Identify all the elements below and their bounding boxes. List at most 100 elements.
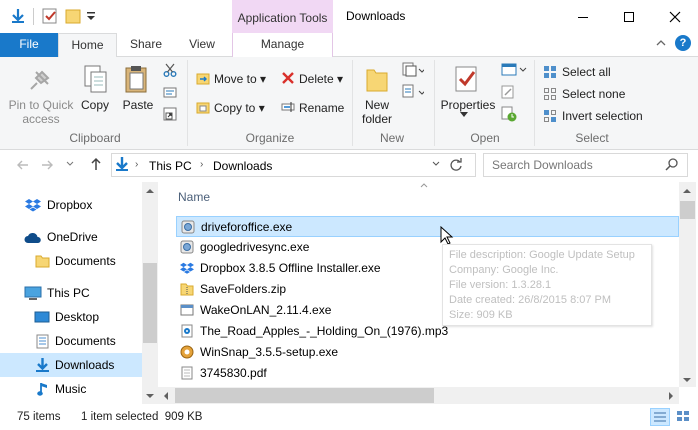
file-row-winsnap[interactable]: WinSnap_3.5.5-setup.exe (176, 342, 679, 363)
window-title: Downloads (346, 9, 406, 23)
forward-arrow-icon[interactable] (40, 158, 54, 172)
delete-label: Delete (299, 72, 334, 86)
dropbox-icon (180, 261, 194, 275)
nav-label: OneDrive (47, 230, 98, 244)
delete-button[interactable]: Delete ▾ (299, 72, 343, 86)
refresh-icon[interactable] (449, 158, 463, 172)
open-icon[interactable] (501, 63, 527, 77)
breadcrumb-separator-icon: › (200, 159, 204, 170)
back-arrow-icon[interactable] (16, 158, 30, 172)
select-none-button[interactable]: Select none (562, 87, 625, 101)
paste-icon (124, 64, 150, 94)
cut-icon[interactable] (163, 63, 177, 77)
breadcrumb-downloads[interactable]: Downloads (213, 159, 272, 173)
minimize-button[interactable] (560, 0, 606, 33)
group-divider (534, 60, 535, 146)
pin-to-quick-access-button[interactable]: Pin to Quick access (6, 98, 76, 126)
edit-icon[interactable] (501, 85, 515, 99)
ribbon-collapse-icon[interactable] (656, 38, 666, 48)
tab-view[interactable]: View (181, 33, 223, 57)
search-input[interactable]: Search Downloads (483, 153, 688, 177)
new-folder-qa-icon[interactable] (64, 7, 82, 25)
properties-button[interactable]: Properties (440, 98, 496, 112)
copy-icon (83, 64, 109, 94)
properties-dropdown-icon[interactable] (460, 112, 468, 118)
nav-pane-scroll-thumb[interactable] (143, 263, 157, 343)
nav-label: Music (55, 382, 87, 396)
rename-icon (281, 100, 295, 114)
paste-shortcut-icon[interactable] (163, 107, 177, 121)
details-view-button[interactable] (650, 408, 670, 426)
close-button[interactable] (652, 0, 698, 33)
file-row-driveforoffice[interactable]: driveforoffice.exe (176, 216, 679, 237)
horizontal-scroll-thumb[interactable] (175, 388, 434, 403)
scroll-left-arrow-icon[interactable] (163, 392, 169, 400)
qa-customize-icon[interactable] (86, 10, 96, 22)
new-folder-label-line1: New (364, 98, 389, 112)
move-to-button[interactable]: Move to ▾ (214, 72, 266, 86)
new-item-icon[interactable] (402, 62, 424, 78)
address-history-icon[interactable] (432, 161, 440, 167)
nav-item-downloads[interactable]: Downloads (0, 353, 142, 377)
audio-icon (180, 324, 194, 338)
tab-share[interactable]: Share (125, 33, 167, 57)
scroll-right-arrow-icon[interactable] (668, 392, 674, 400)
folder-icon (35, 254, 50, 268)
properties-qa-icon[interactable] (41, 7, 59, 25)
nav-item-dropbox[interactable]: Dropbox (0, 193, 142, 217)
column-header-name[interactable]: Name (178, 190, 210, 204)
file-name: 3745830.pdf (200, 366, 267, 380)
help-icon[interactable]: ? (675, 35, 691, 51)
new-folder-label-line2: folder (361, 112, 393, 126)
nav-label: This PC (47, 286, 90, 300)
file-name: driveforoffice.exe (201, 220, 293, 234)
copy-button[interactable]: Copy (78, 98, 112, 112)
breadcrumb-this-pc[interactable]: This PC (149, 159, 192, 173)
tooltip-size: Size: 909 KB (449, 309, 513, 321)
select-all-button[interactable]: Select all (562, 65, 611, 79)
move-to-label: Move to (214, 72, 257, 86)
recent-locations-icon[interactable] (66, 161, 74, 167)
new-folder-button[interactable]: New folder (357, 98, 397, 126)
pin-label-line2: access (22, 112, 60, 126)
copy-path-icon[interactable] (163, 85, 177, 99)
scroll-down-arrow-icon[interactable] (683, 377, 691, 383)
file-name: SaveFolders.zip (200, 282, 287, 296)
paste-button[interactable]: Paste (121, 98, 155, 112)
nav-label: Downloads (55, 358, 115, 372)
tab-home[interactable]: Home (58, 33, 117, 58)
large-icons-view-button[interactable] (674, 408, 694, 426)
pin-label-line1: Pin to Quick (8, 98, 74, 112)
file-list-scroll-thumb[interactable] (680, 201, 695, 219)
file-row-3745830-pdf[interactable]: 3745830.pdf (176, 363, 679, 384)
nav-item-music[interactable]: Music (0, 377, 142, 401)
scroll-up-arrow-icon[interactable] (146, 188, 154, 194)
nav-item-desktop[interactable]: Desktop (0, 305, 142, 329)
music-icon (37, 381, 49, 397)
copy-to-label: Copy to (214, 101, 256, 115)
downloads-icon (35, 357, 50, 373)
nav-item-onedrive[interactable]: OneDrive (0, 225, 142, 249)
easy-access-icon[interactable] (402, 84, 424, 100)
app-icon (180, 303, 194, 317)
scroll-down-arrow-icon[interactable] (146, 393, 154, 399)
nav-item-documents[interactable]: Documents (0, 329, 142, 353)
item-count: 75 items (17, 411, 61, 423)
file-name: The_Road_Apples_-_Holding_On_(1976).mp3 (200, 324, 449, 338)
open-group-label: Open (470, 131, 500, 145)
rename-button[interactable]: Rename (299, 101, 344, 115)
maximize-button[interactable] (606, 0, 652, 33)
tab-manage[interactable]: Manage (232, 33, 333, 57)
history-icon[interactable] (501, 106, 517, 122)
copy-to-button[interactable]: Copy to ▾ (214, 101, 265, 115)
tab-file[interactable]: File (0, 33, 58, 57)
file-explorer-icon[interactable] (9, 7, 27, 25)
scroll-up-arrow-icon[interactable] (683, 188, 691, 194)
invert-selection-button[interactable]: Invert selection (562, 109, 643, 123)
up-arrow-icon[interactable] (89, 157, 103, 171)
delete-icon (281, 71, 295, 85)
new-group-label: New (379, 131, 404, 145)
nav-item-onedrive-documents[interactable]: Documents (0, 249, 142, 273)
nav-item-this-pc[interactable]: This PC (0, 281, 142, 305)
search-icon[interactable] (665, 157, 679, 171)
